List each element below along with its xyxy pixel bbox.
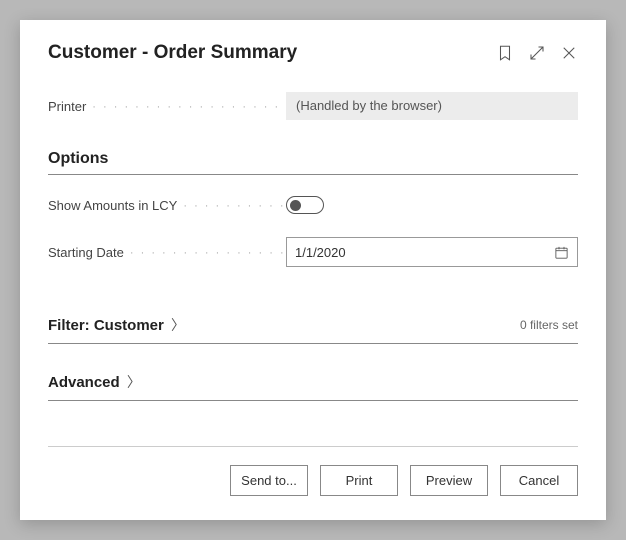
filter-customer-heading[interactable]: Filter: Customer 〉 0 filters set	[48, 315, 578, 344]
chevron-right-icon: 〉	[127, 374, 141, 390]
bookmark-icon[interactable]	[496, 44, 514, 62]
printer-label: Printer	[48, 99, 286, 114]
report-request-dialog: Customer - Order Summary Printer (Handle…	[20, 20, 606, 520]
dialog-title: Customer - Order Summary	[48, 42, 297, 64]
advanced-heading[interactable]: Advanced 〉	[48, 372, 578, 401]
dialog-header: Customer - Order Summary	[48, 42, 578, 64]
close-icon[interactable]	[560, 44, 578, 62]
toggle-knob	[290, 200, 301, 211]
printer-row: Printer (Handled by the browser)	[48, 92, 578, 120]
advanced-label: Advanced	[48, 374, 120, 391]
starting-date-row: Starting Date	[48, 237, 578, 267]
starting-date-field-wrap	[286, 237, 578, 267]
printer-value-wrap: (Handled by the browser)	[286, 92, 578, 120]
cancel-button[interactable]: Cancel	[500, 465, 578, 496]
filter-count-hint: 0 filters set	[520, 318, 578, 332]
starting-date-value	[286, 237, 578, 267]
filter-customer-label: Filter: Customer	[48, 317, 164, 334]
send-to-button[interactable]: Send to...	[230, 465, 308, 496]
starting-date-input[interactable]	[295, 245, 554, 260]
options-heading: Options	[48, 150, 578, 175]
show-amounts-lcy-row: Show Amounts in LCY	[48, 191, 578, 219]
starting-date-label: Starting Date	[48, 245, 286, 260]
show-amounts-lcy-value	[286, 196, 578, 214]
footer-divider	[48, 446, 578, 447]
expand-icon[interactable]	[528, 44, 546, 62]
printer-field[interactable]: (Handled by the browser)	[286, 92, 578, 120]
chevron-right-icon: 〉	[171, 317, 185, 333]
show-amounts-lcy-label: Show Amounts in LCY	[48, 198, 286, 213]
calendar-icon[interactable]	[554, 245, 569, 260]
action-buttons: Send to... Print Preview Cancel	[48, 465, 578, 496]
preview-button[interactable]: Preview	[410, 465, 488, 496]
print-button[interactable]: Print	[320, 465, 398, 496]
header-controls	[496, 44, 578, 62]
show-amounts-lcy-toggle[interactable]	[286, 196, 324, 214]
